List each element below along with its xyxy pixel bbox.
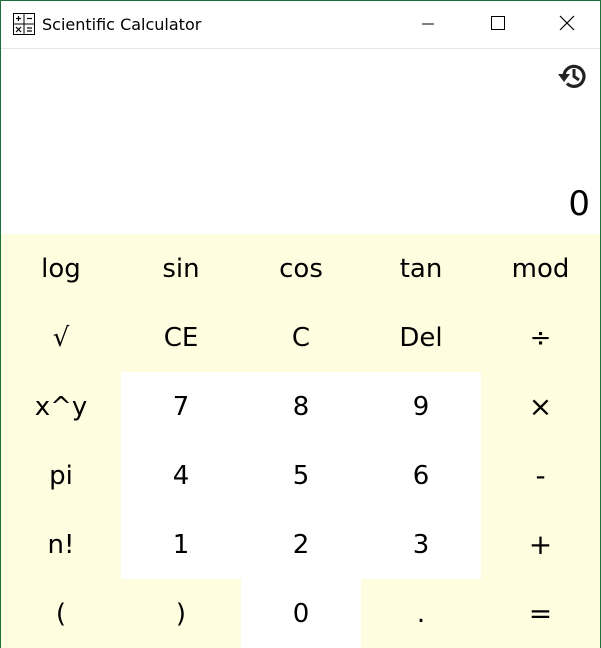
maximize-icon [491, 15, 505, 34]
key-7[interactable]: 7 [121, 372, 241, 441]
key-factorial[interactable]: n! [1, 510, 121, 579]
display-value: 0 [568, 184, 590, 224]
key-ce[interactable]: CE [121, 303, 241, 372]
key-delete[interactable]: Del [361, 303, 481, 372]
key-5[interactable]: 5 [241, 441, 361, 510]
key-sin[interactable]: sin [121, 234, 241, 303]
key-mod[interactable]: mod [481, 234, 600, 303]
key-open-paren[interactable]: ( [1, 579, 121, 648]
key-2[interactable]: 2 [241, 510, 361, 579]
key-clear[interactable]: C [241, 303, 361, 372]
key-power[interactable]: x^y [1, 372, 121, 441]
key-1[interactable]: 1 [121, 510, 241, 579]
key-6[interactable]: 6 [361, 441, 481, 510]
key-9[interactable]: 9 [361, 372, 481, 441]
display-area: 0 [1, 49, 600, 234]
window-title: Scientific Calculator [42, 15, 202, 34]
key-multiply[interactable]: × [481, 372, 600, 441]
key-pi[interactable]: pi [1, 441, 121, 510]
key-close-paren[interactable]: ) [121, 579, 241, 648]
calculator-window: Scientific Calculator 0 log sin cos tan … [0, 0, 601, 648]
key-divide[interactable]: ÷ [481, 303, 600, 372]
calculator-icon [13, 13, 35, 35]
key-4[interactable]: 4 [121, 441, 241, 510]
key-0[interactable]: 0 [241, 579, 361, 648]
key-cos[interactable]: cos [241, 234, 361, 303]
key-add[interactable]: + [481, 510, 600, 579]
title-bar: Scientific Calculator [1, 1, 600, 49]
keypad: log sin cos tan mod √ CE C Del ÷ x^y 7 8… [1, 234, 600, 648]
key-8[interactable]: 8 [241, 372, 361, 441]
key-tan[interactable]: tan [361, 234, 481, 303]
maximize-button[interactable] [463, 1, 533, 48]
key-subtract[interactable]: - [481, 441, 600, 510]
key-log[interactable]: log [1, 234, 121, 303]
key-decimal[interactable]: . [361, 579, 481, 648]
key-sqrt[interactable]: √ [1, 303, 121, 372]
minimize-icon [422, 15, 434, 34]
key-3[interactable]: 3 [361, 510, 481, 579]
close-icon [559, 15, 575, 35]
minimize-button[interactable] [393, 1, 463, 48]
history-button[interactable] [554, 57, 592, 95]
key-equals[interactable]: = [481, 579, 600, 648]
close-button[interactable] [532, 1, 601, 48]
history-icon [554, 64, 592, 99]
